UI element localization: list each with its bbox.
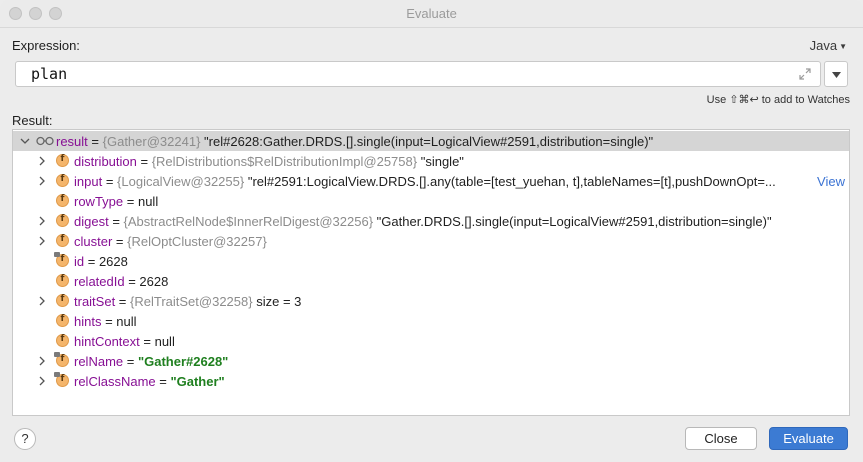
result-tree[interactable]: result = {Gather@32241} "rel#2628:Gather… (12, 129, 850, 416)
field-icon: f (56, 234, 69, 247)
tree-node-value: "Gather#2628" (137, 354, 229, 369)
tree-node-value: size = 3 (256, 294, 302, 309)
close-button[interactable]: Close (685, 427, 757, 450)
tree-node-name: relatedId (74, 274, 125, 289)
tree-node-name: cluster (74, 234, 113, 249)
tree-node-name: rowType (74, 194, 124, 209)
tree-row-hintcontext[interactable]: f hintContext = null (13, 331, 849, 351)
tree-node-name: id (74, 254, 85, 269)
expression-label: Expression: (12, 38, 80, 53)
tree-node-name: result (56, 134, 88, 149)
tree-row-relname[interactable]: f relName = "Gather#2628" (13, 351, 849, 371)
tree-node-name: hints (74, 314, 102, 329)
field-icon: f (56, 194, 69, 207)
tree-node-value: "rel#2591:LogicalView.DRDS.[].any(table=… (247, 174, 776, 189)
tree-node-name: hintContext (74, 334, 140, 349)
tree-node-value: 2628 (139, 274, 169, 289)
tree-node-name: relClassName (74, 374, 156, 389)
chevron-down-icon[interactable] (20, 136, 30, 146)
tree-row-distribution[interactable]: f distribution = {RelDistributions$RelDis… (13, 151, 849, 171)
chevron-right-icon[interactable] (37, 156, 47, 166)
tree-node-name: relName (74, 354, 124, 369)
chevron-right-icon[interactable] (37, 236, 47, 246)
field-icon: f (54, 372, 69, 387)
field-icon: f (56, 214, 69, 227)
window-title: Evaluate (406, 6, 457, 21)
tree-row-traitset[interactable]: f traitSet = {RelTraitSet@32258} size = 3 (13, 291, 849, 311)
language-label: Java (809, 38, 838, 53)
tree-node-name: digest (74, 214, 109, 229)
tree-node-value: "single" (420, 154, 464, 169)
tree-row-relclassname[interactable]: f relClassName = "Gather" (13, 371, 849, 391)
tree-node-value: null (137, 194, 159, 209)
chevron-down-icon (832, 72, 841, 78)
tree-row-relatedid[interactable]: f relatedId = 2628 (13, 271, 849, 291)
chevron-right-icon[interactable] (37, 376, 47, 386)
tree-row-id[interactable]: f id = 2628 (13, 251, 849, 271)
chevron-right-icon[interactable] (37, 296, 47, 306)
tree-node-value: null (154, 334, 175, 349)
tree-row-rowtype[interactable]: f rowType = null (13, 191, 849, 211)
field-icon: f (56, 314, 69, 327)
tree-node-value: 2628 (98, 254, 128, 269)
chevron-right-icon[interactable] (37, 356, 47, 366)
expand-icon[interactable] (798, 67, 812, 81)
tree-row-input[interactable]: f input = {LogicalView@32255} "rel#2591:L… (13, 171, 849, 191)
tree-node-type: {AbstractRelNode$InnerRelDigest@32256} (123, 214, 374, 229)
language-selector[interactable]: Java ▼ (810, 38, 847, 53)
chevron-down-icon: ▼ (839, 42, 847, 51)
tree-node-type: {RelOptCluster@32257} (127, 234, 267, 249)
tree-node-name: distribution (74, 154, 137, 169)
field-icon: f (56, 274, 69, 287)
tree-node-value: null (116, 314, 137, 329)
tree-row-hints[interactable]: f hints = null (13, 311, 849, 331)
tree-node-type: {RelTraitSet@32258} (130, 294, 253, 309)
tree-node-value: "rel#2628:Gather.DRDS.[].single(input=Lo… (204, 134, 654, 149)
chevron-right-icon[interactable] (37, 216, 47, 226)
tree-row-cluster[interactable]: f cluster = {RelOptCluster@32257} (13, 231, 849, 251)
tree-node-name: input (74, 174, 103, 189)
evaluate-button[interactable]: Evaluate (769, 427, 848, 450)
field-icon: f (54, 252, 69, 267)
chevron-right-icon[interactable] (37, 176, 47, 186)
expression-input[interactable]: plan (15, 61, 821, 87)
tree-node-name: traitSet (74, 294, 116, 309)
help-button[interactable]: ? (14, 428, 36, 450)
history-dropdown-button[interactable] (824, 61, 848, 87)
watch-glasses-icon (36, 136, 54, 146)
tree-node-value: "Gather" (170, 374, 225, 389)
field-icon: f (54, 352, 69, 367)
evaluate-dialog: Evaluate Expression: Java ▼ plan Use ⇧⌘↩ … (0, 0, 863, 462)
tree-node-value: "Gather.DRDS.[].single(input=LogicalView… (376, 214, 772, 229)
field-icon: f (56, 294, 69, 307)
field-icon: f (56, 334, 69, 347)
view-link[interactable]: View (815, 174, 845, 189)
watches-hint: Use ⇧⌘↩ to add to Watches (706, 94, 850, 106)
tree-row-digest[interactable]: f digest = {AbstractRelNode$InnerRelDiges… (13, 211, 849, 231)
tree-row-result[interactable]: result = {Gather@32241} "rel#2628:Gather… (13, 131, 849, 151)
tree-node-type: {LogicalView@32255} (117, 174, 245, 189)
title-bar: Evaluate (0, 0, 863, 28)
result-label: Result: (12, 113, 53, 128)
field-icon: f (56, 174, 69, 187)
field-icon: f (56, 154, 69, 167)
tree-node-type: {RelDistributions$RelDistributionImpl@25… (151, 154, 418, 169)
expression-text: plan (31, 65, 68, 83)
tree-node-type: {Gather@32241} (102, 134, 201, 149)
